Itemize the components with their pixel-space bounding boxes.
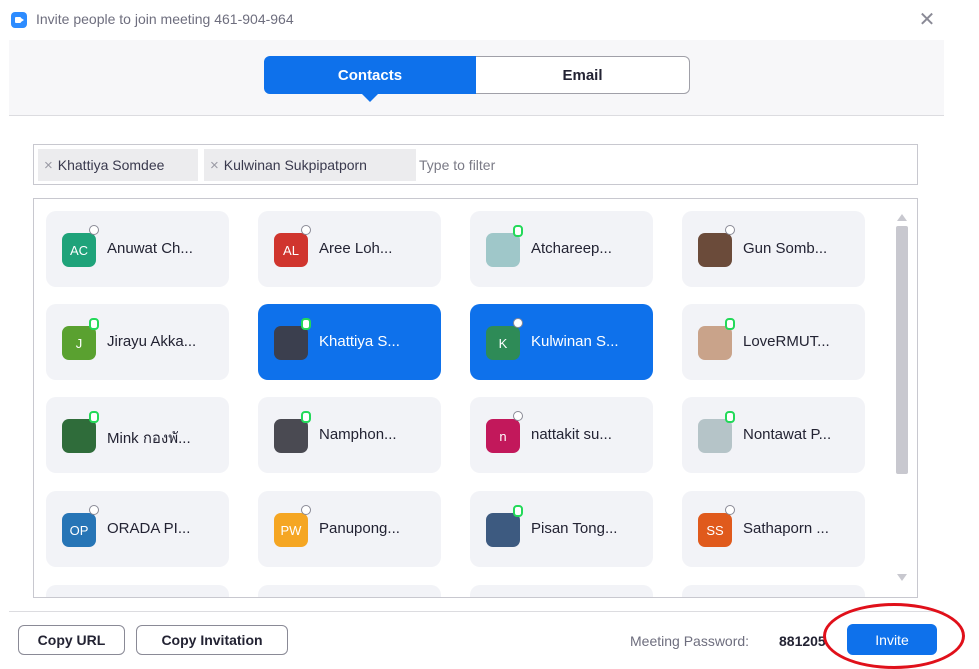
contact-name: Kulwinan S...	[531, 333, 619, 350]
presence-status-icon	[725, 411, 735, 423]
filter-input[interactable]	[419, 149, 719, 181]
contact-card[interactable]: Pisan Tong...	[470, 491, 653, 567]
avatar: OP	[62, 513, 96, 547]
contact-card[interactable]	[258, 585, 441, 597]
avatar	[486, 233, 520, 267]
avatar	[486, 513, 520, 547]
presence-status-icon	[301, 225, 311, 235]
close-icon[interactable]: ✕	[917, 10, 937, 30]
contact-name: Aree Loh...	[319, 240, 393, 257]
presence-status-icon	[301, 411, 311, 423]
copy-url-button[interactable]: Copy URL	[18, 625, 125, 655]
scroll-up-icon[interactable]	[897, 214, 907, 221]
contacts-scrollbar[interactable]	[894, 210, 910, 585]
contact-name: Namphon...	[319, 426, 397, 443]
remove-chip-icon[interactable]: ×	[44, 157, 53, 174]
contact-name: Gun Somb...	[743, 240, 828, 257]
contact-card[interactable]: SS Sathaporn ...	[682, 491, 865, 567]
chip-label: Kulwinan Sukpipatporn	[223, 157, 367, 173]
presence-status-icon	[725, 505, 735, 515]
meeting-password-label: Meeting Password:	[630, 633, 750, 649]
contact-card[interactable]	[470, 585, 653, 597]
contact-name: nattakit su...	[531, 426, 612, 443]
presence-status-icon	[89, 225, 99, 235]
copy-invitation-button[interactable]: Copy Invitation	[136, 625, 288, 655]
scroll-thumb[interactable]	[896, 226, 908, 474]
presence-status-icon	[513, 411, 523, 421]
avatar: J	[62, 326, 96, 360]
contact-card[interactable]: Gun Somb...	[682, 211, 865, 287]
contact-card[interactable]: K Kulwinan S...	[470, 304, 653, 380]
presence-status-icon	[89, 318, 99, 330]
contact-card[interactable]: AC Anuwat Ch...	[46, 211, 229, 287]
presence-status-icon	[513, 505, 523, 517]
presence-status-icon	[89, 411, 99, 423]
scroll-down-icon[interactable]	[897, 574, 907, 581]
contact-card[interactable]: n nattakit su...	[470, 397, 653, 473]
avatar	[698, 419, 732, 453]
chip-label: Khattiya Somdee	[57, 157, 165, 173]
zoom-app-icon	[11, 12, 27, 28]
tab-email[interactable]: Email	[476, 56, 690, 94]
title-bar: Invite people to join meeting 461-904-96…	[0, 0, 979, 40]
window-title: Invite people to join meeting 461-904-96…	[36, 11, 294, 27]
avatar: n	[486, 419, 520, 453]
contact-card[interactable]: LoveRMUT...	[682, 304, 865, 380]
avatar	[698, 233, 732, 267]
presence-status-icon	[513, 318, 523, 328]
contact-name: ORADA PI...	[107, 520, 191, 537]
contact-card[interactable]: PW Panupong...	[258, 491, 441, 567]
contact-card[interactable]: Khattiya S...	[258, 304, 441, 380]
presence-status-icon	[89, 505, 99, 515]
remove-chip-icon[interactable]: ×	[210, 157, 219, 174]
avatar	[274, 326, 308, 360]
avatar: PW	[274, 513, 308, 547]
contact-card[interactable]: Nontawat P...	[682, 397, 865, 473]
footer-divider	[9, 611, 944, 612]
contact-card[interactable]: OP ORADA PI...	[46, 491, 229, 567]
contacts-grid: AC Anuwat Ch... AL Aree Loh... Atchareep... G…	[33, 198, 918, 598]
contact-card[interactable]: Atchareep...	[470, 211, 653, 287]
contact-name: Nontawat P...	[743, 426, 832, 443]
avatar: AC	[62, 233, 96, 267]
tab-bar: Contacts Email	[9, 40, 944, 116]
contact-card[interactable]	[682, 585, 865, 597]
avatar: K	[486, 326, 520, 360]
presence-status-icon	[301, 318, 311, 330]
contact-name: Anuwat Ch...	[107, 240, 193, 257]
meeting-password-value: 881205	[779, 633, 826, 649]
selected-contact-chip[interactable]: × Khattiya Somdee	[38, 149, 198, 181]
contact-card[interactable]: Mink กองพั...	[46, 397, 229, 473]
contact-card[interactable]: J Jirayu Akka...	[46, 304, 229, 380]
contact-name: LoveRMUT...	[743, 333, 830, 350]
contact-name: Khattiya S...	[319, 333, 400, 350]
avatar	[62, 419, 96, 453]
presence-status-icon	[725, 318, 735, 330]
contact-filter[interactable]: × Khattiya Somdee × Kulwinan Sukpipatpor…	[33, 144, 918, 185]
contact-name: Mink กองพั...	[107, 430, 191, 447]
contact-name: Pisan Tong...	[531, 520, 618, 537]
contact-name: Sathaporn ...	[743, 520, 829, 537]
contact-card[interactable]: Namphon...	[258, 397, 441, 473]
avatar	[698, 326, 732, 360]
contact-name: Atchareep...	[531, 240, 612, 257]
avatar: AL	[274, 233, 308, 267]
annotation-circle	[823, 603, 965, 669]
presence-status-icon	[725, 225, 735, 235]
avatar: SS	[698, 513, 732, 547]
avatar	[274, 419, 308, 453]
tab-contacts[interactable]: Contacts	[264, 56, 476, 102]
contact-name: Jirayu Akka...	[107, 333, 197, 350]
presence-status-icon	[301, 505, 311, 515]
contact-card[interactable]	[46, 585, 229, 597]
selected-contact-chip[interactable]: × Kulwinan Sukpipatporn	[204, 149, 416, 181]
contact-name: Panupong...	[319, 520, 400, 537]
contact-card[interactable]: AL Aree Loh...	[258, 211, 441, 287]
presence-status-icon	[513, 225, 523, 237]
